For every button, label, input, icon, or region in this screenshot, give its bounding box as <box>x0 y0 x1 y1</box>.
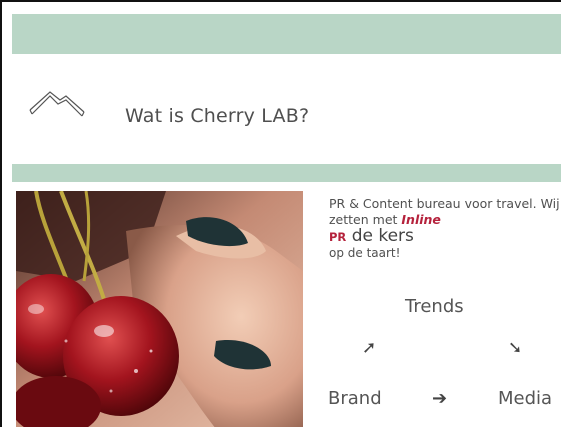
arrow-northeast-icon: ➚ <box>362 338 377 358</box>
page-frame: Wat is Cherry LAB? PR & Content bureau v… <box>0 0 561 427</box>
home-outline-icon[interactable] <box>28 86 86 122</box>
page-title[interactable]: Wat is Cherry LAB? <box>125 105 309 127</box>
home-row[interactable]: Wat is Cherry LAB? <box>12 54 561 164</box>
intro-text: PR & Content bureau voor travel. Wij zet… <box>329 196 561 261</box>
diagram-media-label: Media <box>498 388 553 409</box>
top-band <box>12 14 561 54</box>
tagline-end: op de taart! <box>329 246 401 260</box>
cherries-photo <box>16 191 303 427</box>
arrow-southeast-icon: ➘ <box>508 338 523 358</box>
diagram-brand-label: Brand <box>328 388 382 409</box>
inline-word: Inline <box>401 212 441 227</box>
pr-word: PR <box>329 230 347 244</box>
kers-phrase: de kers <box>346 226 414 246</box>
arrow-right-icon: ➔ <box>432 388 448 409</box>
tagline-start: PR & Content bureau voor travel. Wij zet… <box>329 196 560 227</box>
tagline: PR & Content bureau voor travel. Wij zet… <box>329 196 561 261</box>
diagram-trends-label: Trends <box>405 296 464 317</box>
middle-band <box>12 164 561 182</box>
